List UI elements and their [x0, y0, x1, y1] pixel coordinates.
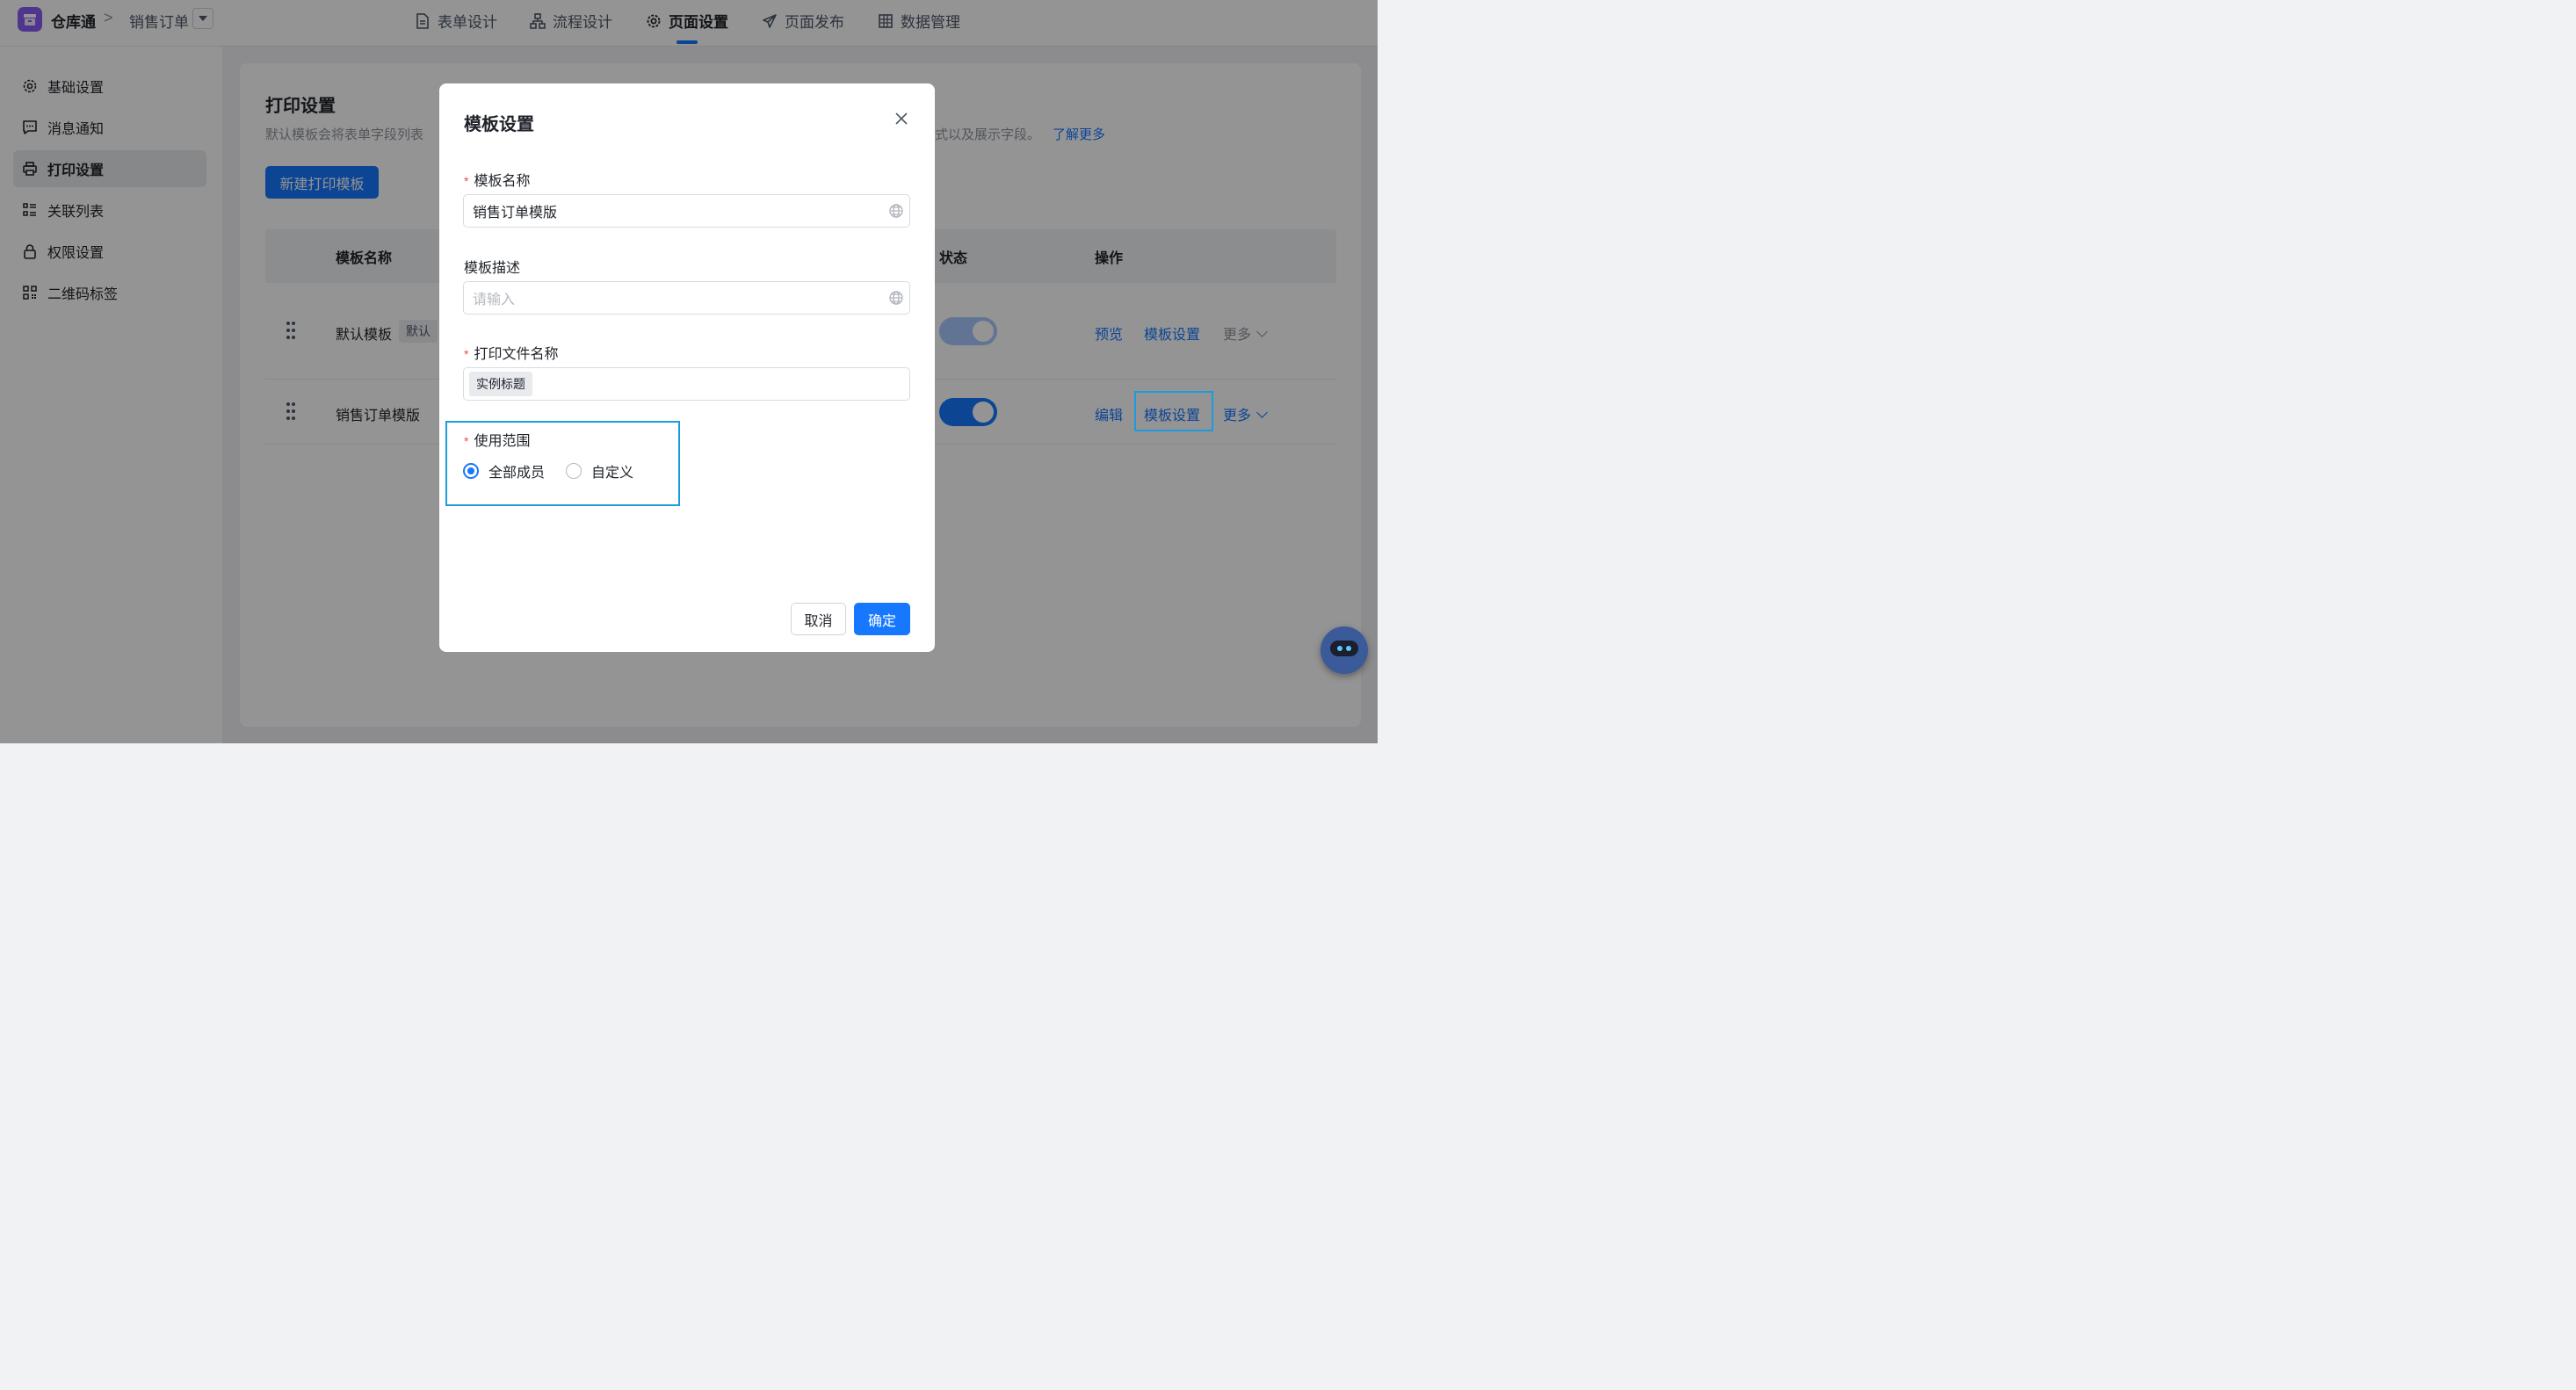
radio-all-members[interactable] — [463, 463, 479, 479]
template-description-input[interactable]: 请输入 — [463, 281, 910, 315]
print-file-name-input[interactable]: 实例标题 — [463, 367, 910, 401]
field-chip[interactable]: 实例标题 — [469, 372, 532, 396]
template-description-label: 模板描述 — [464, 261, 521, 276]
cancel-button[interactable]: 取消 — [791, 603, 846, 635]
required-asterisk: * — [464, 174, 469, 188]
input-value: 销售订单模版 — [473, 206, 558, 221]
required-asterisk: * — [464, 434, 469, 448]
template-name-label: * 模板名称 — [464, 174, 531, 189]
usage-scope-label: * 使用范围 — [464, 434, 531, 449]
radio-custom[interactable] — [566, 463, 582, 479]
input-placeholder: 请输入 — [473, 293, 516, 308]
highlight-template-settings — [1134, 391, 1213, 431]
usage-scope-radio-group: 全部成员 自定义 — [463, 460, 633, 481]
template-settings-dialog: 模板设置 * 模板名称 销售订单模版 模板描述 请输入 * 打印文件名称 实例标题 … — [439, 83, 935, 652]
confirm-button[interactable]: 确定 — [854, 603, 910, 635]
assistant-robot-icon[interactable] — [1321, 626, 1368, 674]
radio-label[interactable]: 自定义 — [591, 460, 633, 481]
radio-label[interactable]: 全部成员 — [488, 460, 545, 481]
print-file-name-label: * 打印文件名称 — [464, 347, 559, 362]
required-asterisk: * — [464, 347, 469, 361]
template-name-input[interactable]: 销售订单模版 — [463, 194, 910, 228]
globe-icon[interactable] — [888, 203, 904, 219]
close-icon[interactable] — [891, 108, 912, 129]
dialog-title: 模板设置 — [464, 115, 534, 134]
globe-icon[interactable] — [888, 290, 904, 306]
